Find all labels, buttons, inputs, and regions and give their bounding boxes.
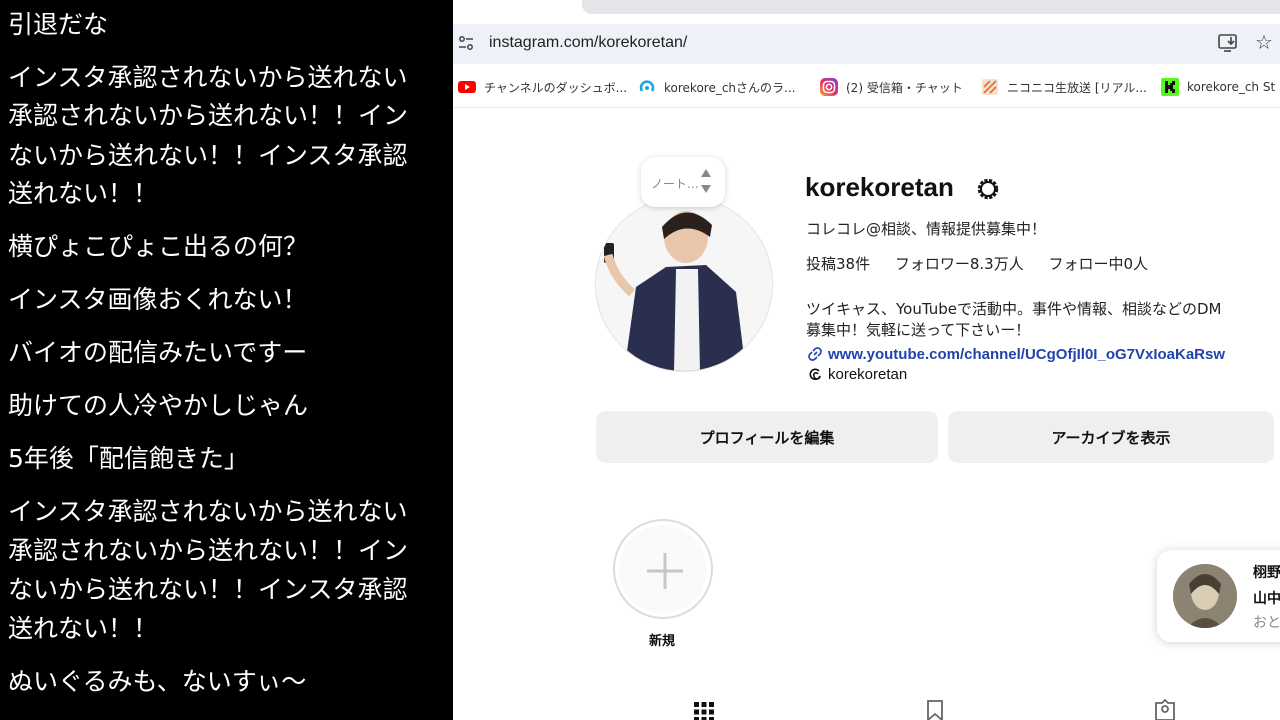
bookmark-label: (2) 受信箱・チャット bbox=[846, 80, 963, 95]
comment-line: 横ぴょこぴょこ出るの何？ bbox=[8, 232, 309, 261]
site-settings-icon[interactable] bbox=[457, 34, 475, 52]
profile-link-text[interactable]: www.youtube.com/channel/UCgOfjIl0I_oG7Vx… bbox=[828, 346, 1225, 363]
browser-window: instagram.com/korekoretan/ ☆ チャンネルのダッシュボ… bbox=[453, 0, 1280, 720]
bookmark-label: korekore_ch St bbox=[1187, 80, 1276, 94]
plus-icon bbox=[647, 553, 683, 589]
comment-line: インスタ承認されないから送れない bbox=[8, 497, 408, 526]
notification-avatar-image bbox=[1173, 564, 1237, 628]
comment-line: インスタ承認されないから送れない bbox=[8, 63, 408, 92]
comment-line: バイオの配信みたいですー bbox=[8, 338, 308, 367]
youtube-icon bbox=[458, 81, 476, 93]
profile-username: korekoretan bbox=[805, 172, 954, 202]
new-highlight-circle bbox=[619, 525, 707, 613]
notification-text: 山中 bbox=[1253, 591, 1280, 607]
url-text[interactable]: instagram.com/korekoretan/ bbox=[489, 34, 687, 52]
profile-bio-line: ツイキャス、YouTubeで活動中。事件や情報、相談などのDM bbox=[806, 300, 1222, 318]
new-highlight-button[interactable] bbox=[613, 519, 713, 619]
active-tab[interactable] bbox=[582, 0, 1280, 14]
following-count[interactable]: フォロー中0人 bbox=[1049, 255, 1149, 273]
tab-strip bbox=[453, 0, 1280, 24]
bookmark-item[interactable]: チャンネルのダッシュボ... bbox=[458, 78, 627, 96]
bookmark-item[interactable]: korekore_ch St bbox=[1161, 78, 1275, 96]
install-app-icon[interactable] bbox=[1217, 32, 1239, 54]
bookmark-item[interactable]: korekore_chさんのラ... bbox=[638, 78, 795, 96]
live-icon bbox=[639, 80, 655, 92]
tagged-user-icon[interactable] bbox=[1153, 699, 1177, 720]
threads-link[interactable]: korekoretan bbox=[806, 365, 907, 383]
profile-bio-line: 募集中！気軽に送って下さいー！ bbox=[806, 321, 1031, 339]
comment-line: ないから送れない！！インスタ承認 bbox=[8, 141, 408, 170]
profile-photo bbox=[596, 197, 772, 371]
bookmark-star-icon[interactable]: ☆ bbox=[1255, 30, 1273, 54]
bookmark-label: チャンネルのダッシュボ... bbox=[484, 80, 628, 95]
saved-bookmark-icon[interactable] bbox=[923, 699, 947, 720]
bookmark-label: ニコニコ生放送 [リアル... bbox=[1007, 80, 1147, 95]
comment-line: 承認されないから送れない！！イン bbox=[8, 101, 409, 130]
notification-popup[interactable]: 栩野 山中 おと bbox=[1157, 550, 1280, 642]
comment-line: ぬいぐるみも、ないすぃ～ bbox=[8, 667, 307, 696]
bookmark-item[interactable]: (2) 受信箱・チャット bbox=[820, 78, 963, 96]
comment-line: 5年後「配信飽きた」 bbox=[8, 444, 249, 473]
bookmarks-bar: チャンネルのダッシュボ... korekore_chさんのラ... (2) 受信… bbox=[453, 64, 1280, 108]
edit-profile-button[interactable]: プロフィールを編集 bbox=[596, 411, 938, 463]
sort-arrows-icon bbox=[701, 169, 711, 193]
link-icon bbox=[808, 347, 822, 361]
profile-display-name: コレコレ@相談、情報提供募集中！ bbox=[806, 220, 1047, 238]
notification-avatar bbox=[1173, 564, 1237, 628]
new-highlight-label: 新規 bbox=[649, 634, 676, 649]
view-archive-button[interactable]: アーカイブを表示 bbox=[948, 411, 1274, 463]
bookmark-item[interactable]: ニコニコ生放送 [リアル... bbox=[981, 78, 1147, 96]
profile-link[interactable]: www.youtube.com/channel/UCgOfjIl0I_oG7Vx… bbox=[806, 345, 1225, 363]
address-bar[interactable]: instagram.com/korekoretan/ ☆ bbox=[453, 24, 1280, 64]
threads-username[interactable]: korekoretan bbox=[828, 366, 907, 383]
comment-line: 助けての人冷やかしじゃん bbox=[8, 391, 309, 420]
note-text: ノート... bbox=[651, 177, 699, 191]
settings-gear-icon[interactable] bbox=[975, 176, 1001, 202]
posts-count: 投稿38件 bbox=[806, 255, 871, 273]
comment-line: 承認されないから送れない！！イン bbox=[8, 536, 409, 565]
comment-line: 送れない！！ bbox=[8, 614, 159, 643]
bookmark-label: korekore_chさんのラ... bbox=[664, 80, 796, 95]
profile-stats: 投稿38件 フォロワー8.3万人 フォロー中0人 bbox=[806, 253, 1168, 274]
niconico-icon bbox=[982, 79, 998, 95]
posts-grid-icon[interactable] bbox=[692, 699, 716, 720]
kick-icon bbox=[1161, 78, 1179, 96]
comment-panel: 引退だな インスタ承認されないから送れない 承認されないから送れない！！イン な… bbox=[0, 0, 453, 720]
comment-line: ないから送れない！！インスタ承認 bbox=[8, 575, 408, 604]
comment-line: インスタ画像おくれない！ bbox=[8, 285, 308, 314]
comment-line: 送れない！！ bbox=[8, 179, 159, 208]
threads-icon bbox=[809, 368, 821, 381]
profile-avatar[interactable] bbox=[595, 196, 773, 372]
notification-subtext: おと bbox=[1253, 615, 1280, 631]
instagram-icon bbox=[820, 78, 838, 96]
note-bubble[interactable]: ノート... bbox=[641, 157, 725, 207]
followers-count[interactable]: フォロワー8.3万人 bbox=[895, 255, 1024, 273]
comment-line: 引退だな bbox=[8, 10, 109, 39]
notification-text: 栩野 bbox=[1253, 565, 1280, 581]
